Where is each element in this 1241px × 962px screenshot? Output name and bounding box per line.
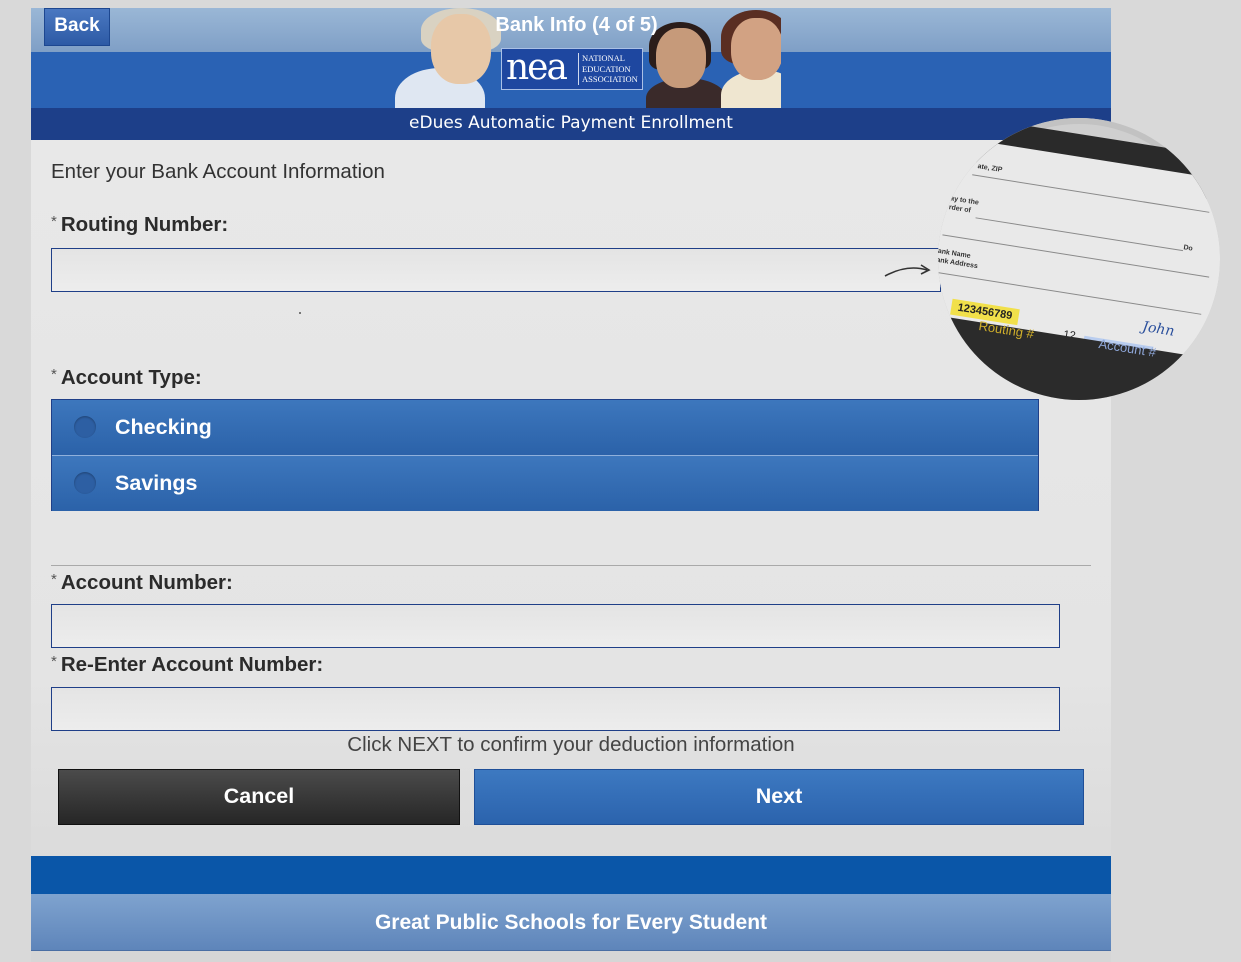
account-type-label: * Account Type: [51, 366, 202, 390]
nea-logo: nea NATIONAL EDUCATION ASSOCIATION [501, 47, 643, 90]
person-3-head [731, 18, 781, 80]
routing-number-input[interactable] [51, 248, 941, 292]
radio-button-icon[interactable] [74, 472, 96, 494]
check-label: ate, ZIP [977, 163, 1003, 174]
reenter-account-label: * Re-Enter Account Number: [51, 653, 323, 677]
next-button[interactable]: Next [474, 769, 1084, 825]
logo-text-line: EDUCATION [582, 63, 631, 74]
radio-button-icon[interactable] [74, 416, 96, 438]
reenter-account-label-text: Re-Enter Account Number: [60, 653, 324, 676]
page-title: Bank Info (4 of 5) [495, 14, 658, 36]
account-type-radio-group: Checking Savings [51, 399, 1039, 511]
header: Bank Info (4 of 5) nea NATIONAL EDUCATIO… [31, 8, 1111, 140]
routing-number-label: * Routing Number: [51, 213, 228, 237]
required-mark: * [51, 213, 57, 230]
reenter-account-number-input[interactable] [51, 687, 1060, 731]
logo-text: NATIONAL EDUCATION ASSOCIATION [578, 53, 640, 85]
radio-option-checking[interactable]: Checking [52, 400, 1038, 456]
check-line [975, 217, 1184, 252]
required-mark: * [51, 571, 57, 588]
check-magnifier-image: ate, ZIP ay to the rder of Do ank Name a… [938, 118, 1220, 400]
check-line [972, 174, 1210, 213]
required-mark: * [51, 653, 57, 670]
account-number-label: * Account Number: [51, 571, 233, 595]
logo-mark: nea [506, 47, 568, 88]
stray-dot [299, 312, 301, 314]
account-type-label-text: Account Type: [60, 366, 202, 389]
radio-option-savings[interactable]: Savings [52, 456, 1038, 511]
check-label: Do [1182, 244, 1194, 253]
radio-label-savings: Savings [115, 471, 198, 495]
routing-number-label-text: Routing Number: [60, 213, 229, 236]
logo-text-line: ASSOCIATION [582, 74, 638, 84]
divider [51, 565, 1091, 566]
next-hint-text: Click NEXT to confirm your deduction inf… [347, 733, 795, 756]
arrow-icon [884, 264, 931, 277]
form-intro: Enter your Bank Account Information [51, 160, 385, 183]
check-signature: John [1141, 318, 1176, 340]
logo-text-line: NATIONAL [582, 53, 625, 63]
back-button[interactable]: Back [44, 8, 110, 46]
person-1-head [431, 14, 491, 84]
footer-tagline: Great Public Schools for Every Student [31, 894, 1111, 951]
check-line [942, 234, 1210, 278]
check-label: rder of [948, 204, 972, 215]
cancel-button[interactable]: Cancel [58, 769, 460, 825]
footer-band [31, 856, 1111, 894]
radio-label-checking: Checking [115, 415, 212, 439]
check-label: ank Address [938, 256, 979, 271]
required-mark: * [51, 366, 57, 383]
account-number-input[interactable] [51, 604, 1060, 648]
account-number-label-text: Account Number: [60, 571, 233, 594]
